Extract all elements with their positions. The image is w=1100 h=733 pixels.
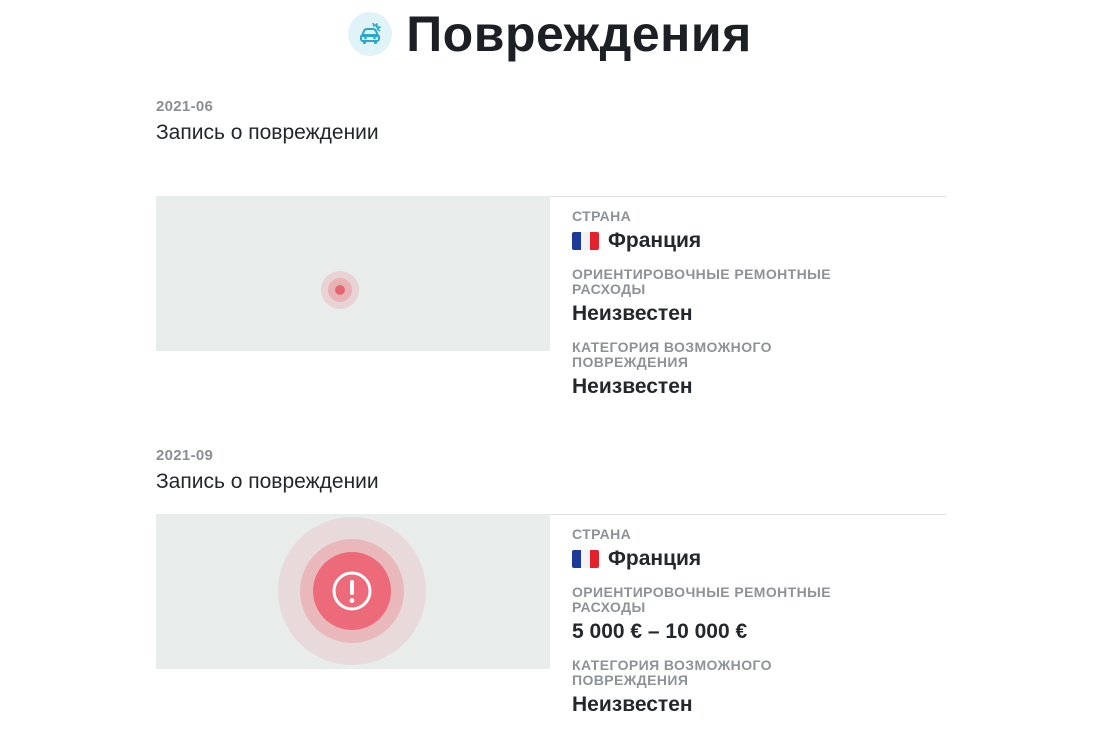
damage-alert-marker (278, 517, 426, 665)
country-field: Страна Франция (572, 209, 946, 253)
record-body: Страна Франция Ориентировочные ремонтные… (156, 196, 946, 413)
repair-cost-value: 5 000 € – 10 000 € (572, 620, 748, 643)
record-date: 2021-09 (156, 447, 214, 464)
field-label: Категория возможного повреждения (572, 339, 772, 370)
france-flag-icon (572, 232, 599, 250)
country-value: Франция (608, 229, 702, 252)
record-details: Страна Франция Ориентировочные ремонтные… (550, 196, 946, 413)
damage-location-marker (321, 271, 359, 309)
page-title: Повреждения (406, 6, 752, 62)
damage-category-value: Неизвестен (572, 693, 693, 716)
france-flag-icon (572, 550, 599, 568)
field-label: Категория возможного повреждения (572, 657, 772, 688)
record-body: Страна Франция Ориентировочные ремонтные… (156, 514, 946, 731)
record-title: Запись о повреждении (156, 470, 379, 493)
field-label: Страна (572, 208, 632, 224)
record-details: Страна Франция Ориентировочные ремонтные… (550, 514, 946, 731)
page-header: Повреждения (0, 4, 1100, 64)
repair-cost-field: Ориентировочные ремонтные расходы Неизве… (572, 267, 946, 326)
damage-map (156, 196, 550, 351)
damage-category-value: Неизвестен (572, 375, 693, 398)
damage-record: 2021-09 Запись о повреждении (156, 447, 946, 494)
country-field: Страна Франция (572, 527, 946, 571)
car-damage-icon (348, 12, 393, 56)
field-label: Ориентировочные ремонтные расходы (572, 584, 831, 615)
repair-cost-value: Неизвестен (572, 302, 693, 325)
damage-record: 2021-06 Запись о повреждении (156, 98, 946, 145)
damage-category-field: Категория возможного повреждения Неизвес… (572, 658, 946, 717)
field-label: Ориентировочные ремонтные расходы (572, 266, 831, 297)
alert-icon (313, 552, 391, 630)
field-label: Страна (572, 526, 632, 542)
record-title: Запись о повреждении (156, 121, 379, 144)
damage-category-field: Категория возможного повреждения Неизвес… (572, 340, 946, 399)
damage-page: Повреждения 2021-06 Запись о повреждении… (0, 0, 1100, 733)
country-value: Франция (608, 547, 702, 570)
record-date: 2021-06 (156, 98, 214, 115)
repair-cost-field: Ориентировочные ремонтные расходы 5 000 … (572, 585, 946, 644)
damage-map (156, 514, 550, 669)
